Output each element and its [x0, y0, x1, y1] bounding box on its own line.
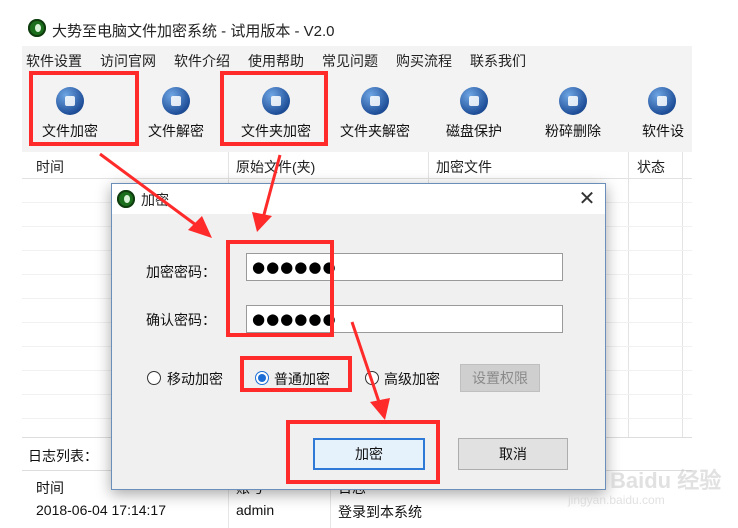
annotation-arrows	[99, 152, 390, 420]
annotation-arrow	[260, 154, 282, 223]
annotation-arrow	[99, 152, 201, 230]
watermark-text: Baidu 经验	[610, 468, 722, 493]
annotation-arrowhead	[370, 398, 390, 420]
baidu-jingyan-watermark: Baidu 经验 jingyan.baidu.com	[560, 455, 730, 515]
annotation-arrow	[350, 321, 382, 406]
watermark-url: jingyan.baidu.com	[568, 493, 665, 507]
annotation-arrowhead	[188, 216, 212, 238]
annotation-arrowhead	[252, 212, 272, 232]
